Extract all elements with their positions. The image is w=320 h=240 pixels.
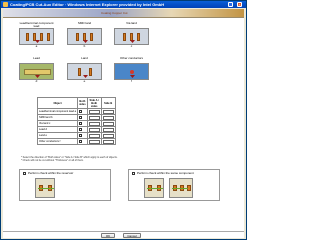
side-a-input[interactable] bbox=[88, 109, 100, 114]
col-side-a: Side A / Both sides bbox=[86, 97, 102, 109]
side-b-input[interactable] bbox=[102, 133, 114, 138]
option-panel-component: Perform check within the same component bbox=[128, 169, 220, 201]
arrow-icon bbox=[35, 75, 40, 78]
col-object: Object bbox=[36, 97, 79, 109]
ok-button[interactable]: OK bbox=[101, 233, 115, 238]
reservoir-label: Perform check within the reservoir bbox=[28, 171, 74, 175]
both-sides-checkbox[interactable] bbox=[79, 140, 82, 143]
table-row: Other conductors f bbox=[36, 138, 116, 145]
both-sides-checkbox[interactable] bbox=[79, 122, 82, 125]
side-b-input[interactable] bbox=[102, 139, 114, 144]
side-a-input[interactable] bbox=[88, 133, 100, 138]
tile-sub: a bbox=[35, 44, 38, 48]
reservoir-illustration bbox=[35, 178, 55, 198]
component-illustration-right bbox=[169, 178, 193, 198]
side-b-input[interactable] bbox=[102, 115, 114, 120]
tile-sub: f bbox=[131, 79, 132, 83]
cancel-button[interactable]: Cancel bbox=[123, 233, 141, 238]
banner-title: Coating Copper Cut bbox=[101, 11, 128, 15]
arrow-icon bbox=[130, 75, 135, 78]
arrow-icon bbox=[130, 40, 135, 43]
tile-image bbox=[19, 63, 54, 80]
app-window: Coating/PCB Cut-Aux Editor · Windows Int… bbox=[0, 0, 247, 240]
arrow-icon bbox=[35, 40, 40, 43]
close-button[interactable]: × bbox=[237, 2, 242, 7]
tile-land: Land e bbox=[67, 57, 102, 83]
tile-lead: Lead d bbox=[19, 57, 54, 83]
both-sides-checkbox[interactable] bbox=[79, 134, 82, 137]
minimize-button[interactable]: _ bbox=[228, 2, 233, 7]
tile-other-conductors: Other conductors f bbox=[114, 57, 149, 83]
tile-image bbox=[67, 28, 102, 45]
tile-sub: e bbox=[83, 79, 86, 83]
side-b-input[interactable] bbox=[102, 121, 114, 126]
side-a-input[interactable] bbox=[88, 127, 100, 132]
side-b-input[interactable] bbox=[102, 109, 114, 114]
app-icon bbox=[3, 2, 8, 7]
side-a-input[interactable] bbox=[88, 121, 100, 126]
both-sides-checkbox[interactable] bbox=[79, 128, 82, 131]
object-gallery: Lead/terminal component lead a SMD land … bbox=[19, 22, 229, 90]
side-a-input[interactable] bbox=[88, 139, 100, 144]
arrow-icon bbox=[83, 40, 88, 43]
tile-sub: d bbox=[35, 79, 38, 83]
window-title: Coating/PCB Cut-Aux Editor · Windows Int… bbox=[10, 2, 165, 7]
side-b-input[interactable] bbox=[102, 127, 114, 132]
tile-via-land: Via land c bbox=[114, 22, 149, 48]
banner: Coating Copper Cut bbox=[3, 9, 244, 18]
option-panel-reservoir: Perform check within the reservoir bbox=[19, 169, 111, 201]
col-both-sides: Both sides bbox=[77, 97, 88, 109]
dialog-footer: OK Cancel bbox=[3, 231, 244, 238]
component-illustration-left bbox=[144, 178, 164, 198]
tile-sub: c bbox=[130, 44, 133, 48]
side-a-input[interactable] bbox=[88, 115, 100, 120]
component-checkbox[interactable] bbox=[132, 172, 135, 175]
arrow-icon bbox=[83, 75, 88, 78]
row-label: Other conductors f bbox=[36, 138, 79, 145]
tile-image bbox=[114, 28, 149, 45]
both-sides-checkbox[interactable] bbox=[79, 110, 82, 113]
dialog-content: Coating Copper Cut Lead/terminal compone… bbox=[3, 9, 244, 238]
tile-image bbox=[19, 28, 54, 45]
component-label: Perform check within the same component bbox=[137, 171, 194, 175]
tile-sub: b bbox=[83, 44, 86, 48]
tile-smd-land: SMD land b bbox=[67, 22, 102, 48]
note-line: * Check will not be cut without "Thickne… bbox=[21, 159, 84, 163]
reservoir-checkbox[interactable] bbox=[23, 172, 26, 175]
tile-image bbox=[67, 63, 102, 80]
both-sides-checkbox[interactable] bbox=[79, 116, 82, 119]
tile-image bbox=[114, 63, 149, 80]
tile-lead-terminal: Lead/terminal component lead a bbox=[19, 22, 54, 48]
title-bar: Coating/PCB Cut-Aux Editor · Windows Int… bbox=[1, 1, 246, 8]
coating-grid: Object Both sides Side A / Both sides Si… bbox=[36, 97, 116, 145]
col-side-b: Side B bbox=[100, 97, 116, 109]
notes: * Select the direction of "Both sides" o… bbox=[21, 156, 221, 163]
